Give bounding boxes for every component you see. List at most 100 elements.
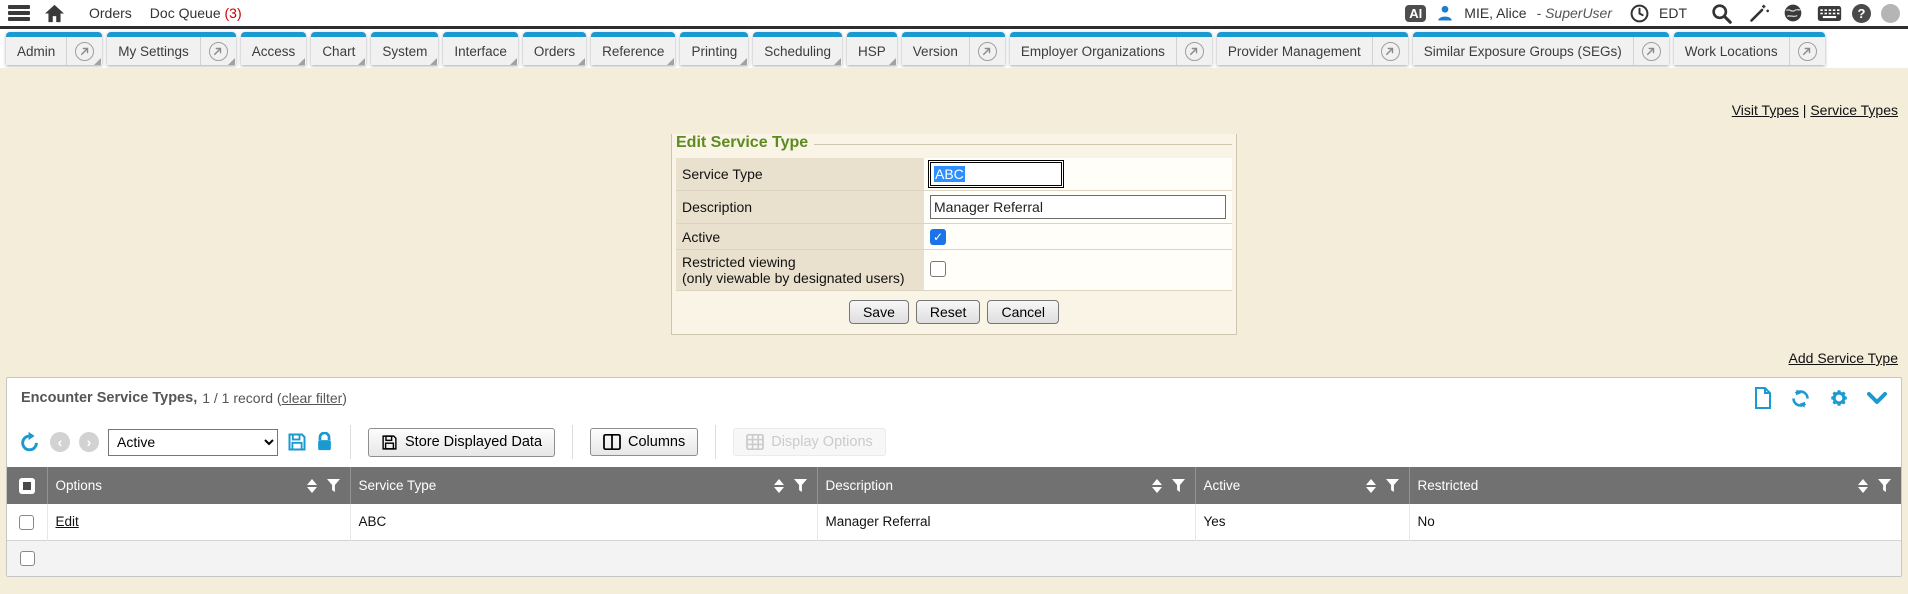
timezone-label: EDT <box>1659 5 1687 21</box>
cancel-button[interactable]: Cancel <box>987 300 1059 324</box>
sort-icon[interactable] <box>1152 479 1162 493</box>
form-row-restricted: Restricted viewing (only viewable by des… <box>676 250 1232 291</box>
save-button[interactable]: Save <box>849 300 909 324</box>
tab-printing[interactable]: Printing <box>680 32 748 65</box>
sort-icon[interactable] <box>1858 479 1868 493</box>
external-link-icon[interactable] <box>1789 37 1825 65</box>
help-icon[interactable]: ? <box>1852 4 1871 23</box>
tab-interface[interactable]: Interface <box>443 32 518 65</box>
lock-icon[interactable] <box>316 432 333 452</box>
tab-admin[interactable]: Admin <box>6 32 102 65</box>
external-link-icon[interactable] <box>1372 37 1408 65</box>
user-role: - SuperUser <box>1537 5 1612 21</box>
selected-input-text: ABC <box>934 166 965 182</box>
hamburger-menu-icon[interactable] <box>8 5 30 21</box>
description-input[interactable]: Manager Referral <box>930 195 1226 219</box>
new-document-icon[interactable] <box>1754 387 1772 409</box>
add-service-type-link[interactable]: Add Service Type <box>1789 350 1898 366</box>
cell-restricted: No <box>1409 504 1901 540</box>
doc-queue-count-badge: (3) <box>225 5 242 21</box>
tab-version[interactable]: Version <box>902 32 1005 65</box>
user-name[interactable]: MIE, Alice <box>1464 5 1526 21</box>
service-type-input[interactable]: ABC <box>930 162 1062 186</box>
clear-filter-link[interactable]: clear filter <box>282 390 343 406</box>
reset-button[interactable]: Reset <box>916 300 981 324</box>
ai-badge[interactable]: AI <box>1405 5 1426 22</box>
encounter-service-types-panel: Encounter Service Types, 1 / 1 record (c… <box>6 377 1902 577</box>
active-label: Active <box>676 224 924 250</box>
tab-chart[interactable]: Chart <box>311 32 366 65</box>
clock-icon[interactable] <box>1630 4 1649 23</box>
tab-scheduling[interactable]: Scheduling <box>753 32 842 65</box>
display-options-button: Display Options <box>733 428 886 456</box>
record-count: 1 / 1 record (clear filter) <box>202 390 347 406</box>
refresh-icon[interactable] <box>1790 388 1811 409</box>
external-link-icon[interactable] <box>1176 37 1212 65</box>
tab-orders[interactable]: Orders <box>523 32 586 65</box>
tab-provider-management[interactable]: Provider Management <box>1217 32 1408 65</box>
column-header-restricted: Restricted <box>1418 478 1479 493</box>
save-filter-icon[interactable] <box>287 432 307 452</box>
store-displayed-data-button[interactable]: Store Displayed Data <box>368 428 555 457</box>
filter-funnel-icon[interactable] <box>1386 479 1399 492</box>
tab-reference[interactable]: Reference <box>591 32 675 65</box>
column-header-service-type: Service Type <box>359 478 437 493</box>
restricted-viewing-checkbox[interactable] <box>930 261 946 277</box>
form-legend: Edit Service Type <box>676 134 814 152</box>
status-circle-icon <box>1881 4 1900 23</box>
external-link-icon[interactable] <box>66 37 102 65</box>
search-icon[interactable] <box>1711 3 1732 24</box>
admin-tab-bar: Admin My Settings Access Chart System In… <box>0 29 1908 68</box>
magic-wand-icon[interactable] <box>1748 3 1769 24</box>
filter-funnel-icon[interactable] <box>1172 479 1185 492</box>
form-row-service-type: Service Type ABC <box>676 158 1232 191</box>
keyboard-icon[interactable] <box>1817 5 1842 22</box>
tab-hsp[interactable]: HSP <box>847 32 897 65</box>
cell-description: Manager Referral <box>817 504 1195 540</box>
filter-funnel-icon[interactable] <box>1878 479 1891 492</box>
filter-select[interactable]: Active <box>108 429 278 456</box>
external-link-icon[interactable] <box>1633 37 1669 65</box>
table-header-row: Options Service Type Description <box>7 467 1901 504</box>
collapse-panel-chevron-icon[interactable] <box>1867 392 1887 405</box>
tab-similar-exposure-groups[interactable]: Similar Exposure Groups (SEGs) <box>1413 32 1669 65</box>
restricted-viewing-label: Restricted viewing (only viewable by des… <box>676 250 924 291</box>
home-icon[interactable] <box>44 4 65 23</box>
row-checkbox[interactable] <box>20 551 35 566</box>
filter-funnel-icon[interactable] <box>794 479 807 492</box>
tab-system[interactable]: System <box>371 32 438 65</box>
next-page-icon[interactable]: › <box>79 432 99 452</box>
edit-service-type-form: Edit Service Type Service Type ABC Descr… <box>671 134 1237 335</box>
tab-access[interactable]: Access <box>241 32 307 65</box>
sort-icon[interactable] <box>774 479 784 493</box>
breadcrumb-links: Visit Types | Service Types <box>0 68 1908 118</box>
visit-types-link[interactable]: Visit Types <box>1732 102 1799 118</box>
columns-button[interactable]: Columns <box>590 428 698 456</box>
select-all-checkbox[interactable] <box>19 478 35 494</box>
gear-icon[interactable] <box>1829 388 1849 408</box>
table-row-empty <box>7 540 1901 576</box>
top-navigation-bar: Orders Doc Queue (3) AI MIE, Alice - Sup… <box>0 0 1908 29</box>
sort-icon[interactable] <box>307 479 317 493</box>
tab-my-settings[interactable]: My Settings <box>107 32 236 65</box>
row-checkbox[interactable] <box>19 515 34 530</box>
prev-page-icon[interactable]: ‹ <box>50 432 70 452</box>
edit-row-link[interactable]: Edit <box>56 514 79 529</box>
external-link-icon[interactable] <box>200 37 236 65</box>
menu-item-doc-queue[interactable]: Doc Queue (3) <box>150 5 242 21</box>
tab-employer-organizations[interactable]: Employer Organizations <box>1010 32 1212 65</box>
service-types-link[interactable]: Service Types <box>1810 102 1898 118</box>
globe-icon[interactable] <box>1783 3 1803 23</box>
sort-icon[interactable] <box>1366 479 1376 493</box>
cell-active: Yes <box>1195 504 1409 540</box>
menu-item-orders[interactable]: Orders <box>89 5 132 21</box>
form-row-description: Description Manager Referral <box>676 191 1232 224</box>
tab-work-locations[interactable]: Work Locations <box>1674 32 1825 65</box>
reset-view-icon[interactable] <box>19 431 41 453</box>
user-icon[interactable] <box>1436 4 1454 22</box>
external-link-icon[interactable] <box>969 37 1005 65</box>
cell-service-type: ABC <box>350 504 817 540</box>
filter-funnel-icon[interactable] <box>327 479 340 492</box>
active-checkbox[interactable]: ✓ <box>930 229 946 245</box>
service-type-label: Service Type <box>676 158 924 191</box>
